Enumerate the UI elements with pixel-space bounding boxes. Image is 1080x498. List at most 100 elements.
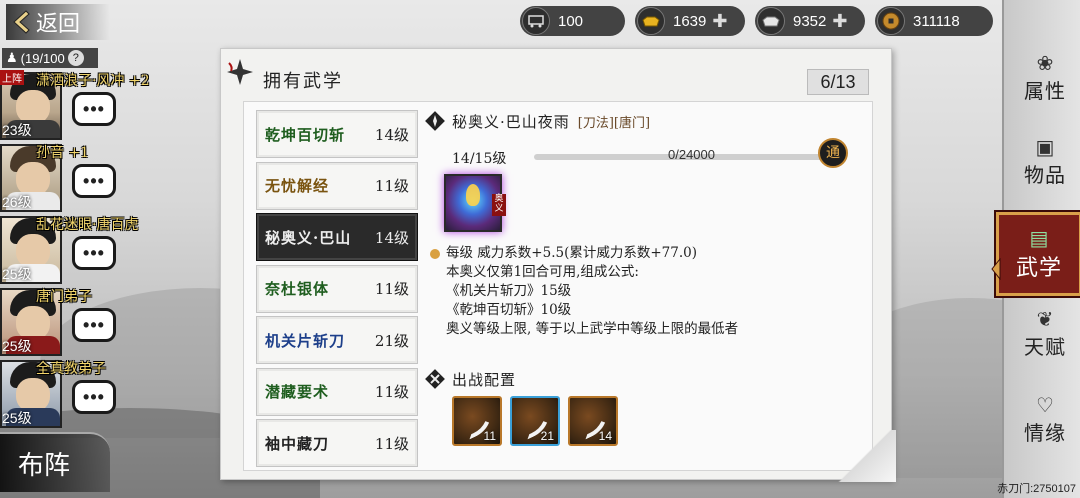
- gold-ingot-icon: [637, 7, 665, 35]
- page-curl-decoration: [836, 430, 896, 482]
- nav-label: 物品: [1024, 162, 1066, 187]
- skill-level-text: 14/15级: [452, 151, 507, 167]
- skill-name: 潜藏要术: [265, 383, 330, 401]
- nav-attributes[interactable]: ❀ 属性: [1012, 44, 1078, 110]
- member-level: 25级: [2, 266, 32, 282]
- weapon-level: 21: [540, 429, 554, 443]
- weapon-slot[interactable]: 14: [568, 396, 618, 446]
- skill-name: 机关片斩刀: [265, 331, 346, 350]
- weapon-slot[interactable]: 21: [510, 396, 560, 446]
- description-line: 每级 威力系数+5.5(累计威力系数+77.0): [446, 245, 697, 261]
- member-name: 乱花迷眼·唐百虎: [36, 217, 139, 233]
- nav-label: 情缘: [1024, 420, 1066, 445]
- martial-arts-icon: ▤: [1029, 226, 1049, 250]
- mastery-badge[interactable]: 通: [818, 138, 848, 168]
- currency-copper-value: 311118: [913, 12, 960, 30]
- description-line: 《乾坤百切斩》10级: [446, 302, 572, 318]
- skill-level: 14级: [374, 125, 409, 144]
- roster-member[interactable]: 孙音 +1 26级 •••: [0, 142, 160, 214]
- team-count: ♟ (19/100 ?: [2, 48, 98, 68]
- currency-copper: 311118: [875, 6, 993, 36]
- moon-icon: [430, 248, 440, 259]
- currency-silver-value: 9352: [793, 12, 827, 30]
- roster-member[interactable]: 全真教弟子 25级 •••: [0, 358, 160, 430]
- copper-coin-icon: [877, 7, 905, 35]
- chevron-left-icon: [991, 258, 1001, 280]
- chat-bubble-icon[interactable]: •••: [72, 92, 116, 126]
- chat-bubble-icon[interactable]: •••: [72, 380, 116, 414]
- help-button[interactable]: ?: [67, 50, 84, 66]
- skill-description: 每级 威力系数+5.5(累计威力系数+77.0) 本奥义仅第1回合可用,组成公式…: [430, 244, 850, 339]
- roster-member[interactable]: 唐门弟子 25级 •••: [0, 286, 160, 358]
- team-count-text: (19/100: [20, 50, 65, 66]
- attributes-icon: ❀: [1036, 50, 1054, 75]
- nav-talent[interactable]: ❦ 天赋: [1012, 300, 1078, 366]
- chat-bubble-icon[interactable]: •••: [72, 164, 116, 198]
- member-level: 26级: [2, 194, 32, 210]
- skill-name: 奈杜银体: [265, 280, 330, 298]
- add-silver-button[interactable]: ✚: [832, 11, 847, 32]
- skill-name: 秘奥义·巴山: [265, 228, 352, 247]
- side-nav: ❀ 属性 ▣ 物品 ▤ 武学 ❦ 天赋 ♡ 情缘: [996, 0, 1080, 498]
- formation-button[interactable]: 布阵: [0, 432, 110, 492]
- weapon-slot[interactable]: 11: [452, 396, 502, 446]
- nav-relationship[interactable]: ♡ 情缘: [1012, 386, 1078, 452]
- nav-items[interactable]: ▣ 物品: [1012, 128, 1078, 194]
- weapon-level: 11: [483, 429, 496, 443]
- skill-art-icon: 奥义: [444, 174, 506, 232]
- martial-arts-panel: 拥有武学 6/13 乾坤百切斩 14级 无忧解经 11级 秘奥义·巴山 14级 …: [220, 48, 892, 480]
- skill-level: 14级: [374, 228, 409, 247]
- currency-cart: 100: [520, 6, 625, 36]
- roster-list: 上阵 潇洒浪子·风冲 +2 23级 ••• 孙音 +1 26级 ••• 乱花迷眼…: [0, 70, 160, 430]
- skill-item-selected[interactable]: 秘奥义·巴山 14级: [256, 213, 418, 261]
- skill-item[interactable]: 潜藏要术 11级: [256, 367, 418, 416]
- skill-detail-tags: [刀法][唐门]: [577, 115, 651, 131]
- description-line: 本奥义仅第1回合可用,组成公式:: [446, 264, 639, 280]
- roster-member[interactable]: 上阵 潇洒浪子·风冲 +2 23级 •••: [0, 70, 160, 142]
- roster-member[interactable]: 乱花迷眼·唐百虎 25级 •••: [0, 214, 160, 286]
- seal-label: 奥义: [492, 194, 506, 216]
- member-level: 25级: [2, 410, 32, 426]
- shuriken-icon: [227, 59, 253, 85]
- relationship-icon: ♡: [1036, 392, 1054, 417]
- skill-level: 11级: [374, 383, 409, 401]
- skill-name: 无忧解经: [265, 177, 330, 195]
- skill-item[interactable]: 机关片斩刀 21级: [256, 316, 418, 364]
- skill-level: 21级: [374, 331, 409, 350]
- nav-martial-arts[interactable]: ▤ 武学: [996, 212, 1080, 296]
- panel-title: 拥有武学: [263, 71, 343, 92]
- weapon-level: 14: [598, 429, 612, 443]
- formation-label: 布阵: [18, 450, 71, 481]
- currency-gold: 1639 ✚: [635, 6, 745, 36]
- nav-label: 天赋: [1024, 334, 1066, 359]
- add-gold-button[interactable]: ✚: [712, 11, 727, 32]
- skill-item[interactable]: 无忧解经 11级: [256, 161, 418, 210]
- nav-label: 武学: [1015, 256, 1062, 281]
- skill-item[interactable]: 袖中藏刀 11级: [256, 419, 418, 467]
- chat-bubble-icon[interactable]: •••: [72, 236, 116, 270]
- skill-name: 乾坤百切斩: [265, 125, 346, 144]
- deployed-badge: 上阵: [0, 70, 24, 85]
- skill-detail: 秘奥义·巴山夜雨 [刀法][唐门] 14/15级 0/24000 通 奥义 每级…: [424, 104, 864, 464]
- skill-item[interactable]: 乾坤百切斩 14级: [256, 110, 418, 158]
- battle-config-header: 出战配置: [424, 368, 516, 390]
- skill-level: 11级: [374, 434, 409, 453]
- items-icon: ▣: [1035, 134, 1055, 159]
- battle-config-label: 出战配置: [452, 370, 517, 389]
- chat-bubble-icon[interactable]: •••: [72, 308, 116, 342]
- sect-id: 赤刀门:2750107: [997, 483, 1076, 495]
- member-name: 潇洒浪子·风冲 +2: [36, 73, 150, 89]
- description-line: 《机关片斩刀》15级: [446, 283, 572, 299]
- people-icon: ♟: [6, 50, 18, 65]
- currency-cart-value: 100: [558, 12, 584, 30]
- currency-gold-value: 1639: [673, 12, 707, 30]
- skill-detail-header: 秘奥义·巴山夜雨 [刀法][唐门]: [424, 110, 650, 132]
- back-button[interactable]: 返回: [6, 4, 111, 40]
- weapon-slots: 11 21 14: [452, 396, 618, 446]
- skill-level: 11级: [374, 177, 409, 195]
- description-line: 奥义等级上限, 等于以上武学中等级上限的最低者: [446, 321, 739, 337]
- diamond-emblem-icon: [425, 111, 445, 131]
- skill-item[interactable]: 奈杜银体 11级: [256, 264, 418, 313]
- panel-content: 乾坤百切斩 14级 无忧解经 11级 秘奥义·巴山 14级 奈杜银体 11级 机…: [243, 101, 873, 471]
- member-level: 25级: [2, 338, 32, 354]
